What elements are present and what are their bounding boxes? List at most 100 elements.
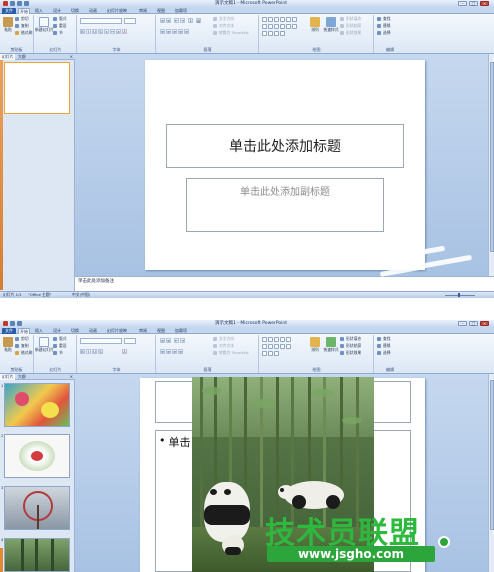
maximize-button[interactable]: □: [469, 321, 478, 326]
rounded-rect-shape-icon[interactable]: [286, 337, 291, 342]
format-painter-button[interactable]: 格式刷: [15, 350, 32, 356]
subtitle-placeholder[interactable]: 单击此处添加副标题: [186, 178, 384, 232]
rectangle-shape-icon[interactable]: [262, 17, 267, 22]
triangle-shape-icon[interactable]: [262, 344, 267, 349]
text-direction-button[interactable]: 文字方向: [213, 336, 234, 342]
app-icon[interactable]: [3, 321, 8, 326]
justify-icon[interactable]: ≡: [178, 29, 183, 34]
tab-slides-pane[interactable]: 幻灯片: [0, 374, 16, 380]
increase-indent-icon[interactable]: ⇥: [180, 338, 185, 343]
select-button[interactable]: 选择: [377, 30, 391, 36]
language-status[interactable]: 中文(中国): [72, 292, 90, 298]
vertical-scrollbar[interactable]: [488, 54, 494, 276]
slide-thumbnail-4[interactable]: [4, 538, 70, 572]
more-shapes-icon[interactable]: [274, 351, 279, 356]
increase-indent-icon[interactable]: ⇥: [180, 18, 185, 23]
quick-styles-button[interactable]: 快速样式: [323, 336, 339, 358]
arrow-shape-icon[interactable]: [268, 344, 273, 349]
cut-button[interactable]: 剪切: [15, 336, 29, 342]
bullets-icon[interactable]: ≡: [160, 338, 165, 343]
select-button[interactable]: 选择: [377, 350, 391, 356]
scroll-thumb[interactable]: [490, 380, 494, 530]
callout-shape-icon[interactable]: [286, 24, 291, 29]
distribute-icon[interactable]: ≡: [184, 29, 189, 34]
numbering-icon[interactable]: ≡: [166, 338, 171, 343]
underline-icon[interactable]: U: [92, 349, 97, 354]
font-color-icon[interactable]: A: [122, 29, 127, 34]
copy-button[interactable]: 复制: [15, 23, 29, 29]
star-shape-icon[interactable]: [274, 31, 279, 36]
decrease-indent-icon[interactable]: ⇤: [174, 338, 179, 343]
oval-shape-icon[interactable]: [286, 17, 291, 22]
align-left-icon[interactable]: ≡: [160, 349, 165, 354]
font-name-field[interactable]: [80, 338, 122, 344]
shape-outline-button[interactable]: 形状轮廓: [340, 343, 361, 349]
brace-shape-icon[interactable]: [274, 344, 279, 349]
close-pane-icon[interactable]: ×: [70, 374, 73, 380]
section-button[interactable]: 节: [53, 30, 63, 36]
paste-button[interactable]: 粘贴: [1, 16, 15, 38]
text-direction-button[interactable]: 文字方向: [213, 16, 234, 22]
shadow-icon[interactable]: s: [104, 29, 109, 34]
arrow-shape-icon[interactable]: [268, 24, 273, 29]
oval-shape-icon[interactable]: [280, 337, 285, 342]
font-color-icon[interactable]: A: [122, 349, 127, 354]
line-shape-icon[interactable]: [274, 17, 279, 22]
brace-shape-icon[interactable]: [274, 24, 279, 29]
format-painter-button[interactable]: 格式刷: [15, 30, 32, 36]
reset-button[interactable]: 重设: [53, 343, 67, 349]
line-spacing-icon[interactable]: ↕: [188, 18, 193, 23]
font-name-field[interactable]: [80, 18, 122, 24]
notes-pane[interactable]: 单击此处添加备注: [75, 276, 494, 291]
more-shapes-icon[interactable]: [280, 31, 285, 36]
smartart-button[interactable]: 转换为 SmartArt: [213, 30, 249, 36]
slide-thumbnail-2[interactable]: [4, 434, 70, 478]
close-button[interactable]: ×: [480, 321, 489, 326]
zoom-slider[interactable]: [445, 295, 475, 296]
align-text-button[interactable]: 对齐文本: [213, 343, 234, 349]
undo-icon[interactable]: [17, 1, 22, 6]
slide-thumbnail-3[interactable]: [4, 486, 70, 530]
arrow-shape-icon[interactable]: [274, 337, 279, 342]
shape-fill-button[interactable]: 形状填充: [340, 16, 361, 22]
bold-icon[interactable]: B: [80, 29, 85, 34]
font-size-field[interactable]: [124, 338, 136, 344]
bracket-shape-icon[interactable]: [262, 31, 267, 36]
bracket-shape-icon[interactable]: [268, 31, 273, 36]
star-shape-icon[interactable]: [280, 24, 285, 29]
reset-button[interactable]: 重设: [53, 23, 67, 29]
save-icon[interactable]: [10, 1, 15, 6]
align-right-icon[interactable]: ≡: [172, 349, 177, 354]
decrease-indent-icon[interactable]: ⇤: [174, 18, 179, 23]
case-icon[interactable]: a: [116, 29, 121, 34]
bracket-shape-icon[interactable]: [262, 351, 267, 356]
shapes-gallery[interactable]: [262, 17, 306, 41]
new-slide-button[interactable]: 新建幻灯片: [35, 16, 54, 38]
find-button[interactable]: 查找: [377, 336, 391, 342]
columns-icon[interactable]: ▥: [196, 18, 201, 23]
arrange-button[interactable]: 排列: [308, 336, 322, 358]
align-right-icon[interactable]: ≡: [172, 29, 177, 34]
save-icon[interactable]: [10, 321, 15, 326]
bullets-icon[interactable]: ≡: [160, 18, 165, 23]
italic-icon[interactable]: I: [86, 349, 91, 354]
title-placeholder[interactable]: 单击此处添加标题: [166, 124, 404, 168]
rounded-rect-shape-icon[interactable]: [292, 17, 297, 22]
star-shape-icon[interactable]: [280, 344, 285, 349]
align-text-button[interactable]: 对齐文本: [213, 23, 234, 29]
bracket-shape-icon[interactable]: [268, 351, 273, 356]
spacing-icon[interactable]: ↔: [110, 29, 115, 34]
section-button[interactable]: 节: [53, 350, 63, 356]
shape-fill-button[interactable]: 形状填充: [340, 336, 361, 342]
replace-button[interactable]: 替换: [377, 343, 391, 349]
replace-button[interactable]: 替换: [377, 23, 391, 29]
callout-shape-icon[interactable]: [286, 344, 291, 349]
rectangle-shape-icon[interactable]: [262, 337, 267, 342]
tab-outline-pane[interactable]: 大纲: [16, 54, 28, 60]
slide-canvas[interactable]: 单击此处添加标题 单击此处添加副标题: [145, 60, 425, 270]
bold-icon[interactable]: B: [80, 349, 85, 354]
underline-icon[interactable]: U: [92, 29, 97, 34]
arrange-button[interactable]: 排列: [308, 16, 322, 38]
pane-splitter[interactable]: [0, 60, 3, 290]
font-size-field[interactable]: [124, 18, 136, 24]
